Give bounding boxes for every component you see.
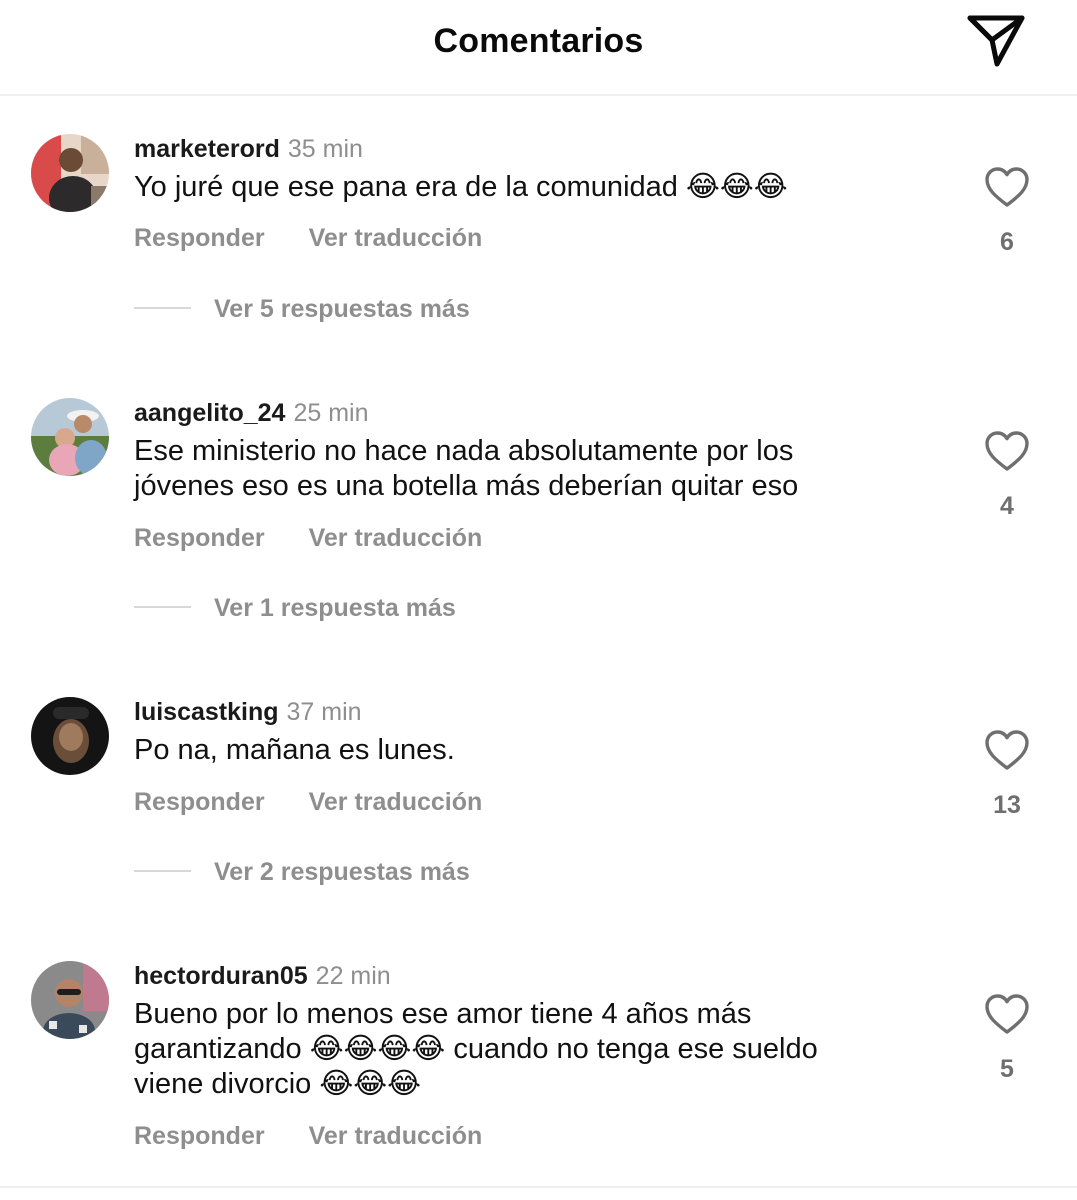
divider bbox=[134, 870, 191, 873]
avatar[interactable] bbox=[31, 697, 109, 775]
divider bbox=[134, 307, 191, 310]
timestamp: 37 min bbox=[286, 698, 362, 726]
like-button[interactable] bbox=[984, 430, 1030, 477]
like-button[interactable] bbox=[984, 993, 1030, 1040]
translate-button[interactable]: Ver traducción bbox=[309, 524, 483, 553]
like-count: 6 bbox=[1000, 228, 1014, 256]
view-replies-button[interactable]: Ver 5 respuestas más bbox=[134, 295, 470, 324]
timestamp: 22 min bbox=[315, 962, 391, 990]
comment-meta: hectorduran05 22 min bbox=[134, 961, 391, 991]
comment-actions: Responder Ver traducción bbox=[134, 524, 482, 553]
like-button[interactable] bbox=[984, 729, 1030, 776]
comment-meta: aangelito_24 25 min bbox=[134, 398, 369, 428]
heart-icon bbox=[985, 167, 1029, 207]
view-replies-label: Ver 5 respuestas más bbox=[214, 295, 470, 323]
view-replies-button[interactable]: Ver 2 respuestas más bbox=[134, 858, 470, 887]
comment-meta: luiscastking 37 min bbox=[134, 697, 362, 727]
username[interactable]: aangelito_24 bbox=[134, 399, 285, 427]
translate-button[interactable]: Ver traducción bbox=[309, 224, 483, 253]
avatar[interactable] bbox=[31, 961, 109, 1039]
heart-icon bbox=[985, 730, 1029, 770]
translate-button[interactable]: Ver traducción bbox=[309, 1122, 483, 1151]
view-replies-label: Ver 2 respuestas más bbox=[214, 858, 470, 886]
page-title: Comentarios bbox=[433, 22, 644, 60]
like-button[interactable] bbox=[984, 166, 1030, 213]
view-replies-label: Ver 1 respuesta más bbox=[214, 594, 456, 622]
reply-button[interactable]: Responder bbox=[134, 224, 265, 253]
comment-actions: Responder Ver traducción bbox=[134, 1122, 482, 1151]
header: Comentarios bbox=[0, 0, 1077, 96]
reply-button[interactable]: Responder bbox=[134, 788, 265, 817]
reply-button[interactable]: Responder bbox=[134, 524, 265, 553]
like-count: 4 bbox=[1000, 492, 1014, 520]
divider bbox=[0, 1186, 1077, 1188]
reply-button[interactable]: Responder bbox=[134, 1122, 265, 1151]
timestamp: 35 min bbox=[287, 135, 363, 163]
comment-text: Po na, mañana es lunes. bbox=[134, 734, 455, 766]
avatar[interactable] bbox=[31, 134, 109, 212]
comment-meta: marketerord 35 min bbox=[134, 134, 363, 164]
comment-text: Yo juré que ese pana era de la comunidad… bbox=[134, 171, 788, 203]
comment-text: Bueno por lo menos ese amor tiene 4 años… bbox=[134, 998, 818, 1100]
avatar[interactable] bbox=[31, 398, 109, 476]
view-replies-button[interactable]: Ver 1 respuesta más bbox=[134, 594, 456, 623]
paper-plane-icon bbox=[967, 15, 1025, 67]
username[interactable]: luiscastking bbox=[134, 698, 279, 726]
translate-button[interactable]: Ver traducción bbox=[309, 788, 483, 817]
heart-icon bbox=[985, 994, 1029, 1034]
heart-icon bbox=[985, 431, 1029, 471]
username[interactable]: marketerord bbox=[134, 135, 280, 163]
comment-actions: Responder Ver traducción bbox=[134, 788, 482, 817]
like-count: 13 bbox=[993, 791, 1021, 819]
username[interactable]: hectorduran05 bbox=[134, 962, 308, 990]
divider bbox=[134, 606, 191, 609]
like-count: 5 bbox=[1000, 1055, 1014, 1083]
comment-text: Ese ministerio no hace nada absolutament… bbox=[134, 435, 799, 502]
timestamp: 25 min bbox=[293, 399, 369, 427]
comment-actions: Responder Ver traducción bbox=[134, 224, 482, 253]
share-button[interactable] bbox=[966, 12, 1028, 68]
